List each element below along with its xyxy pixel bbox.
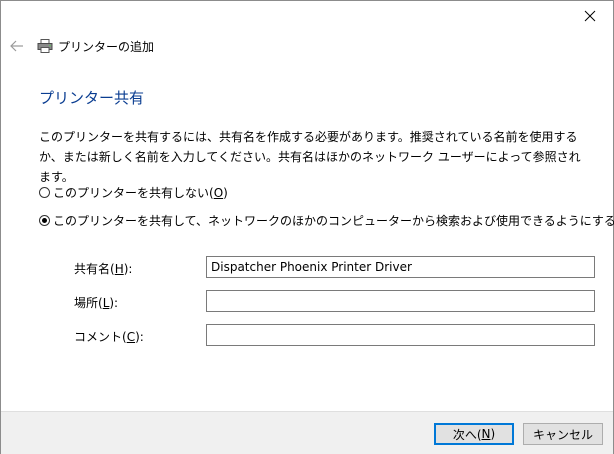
add-printer-window: プリンターの追加 プリンター共有 このプリンターを共有するには、共有名を作成する… [0,0,614,454]
comment-label: コメント(C): [74,330,144,344]
share-name-input[interactable]: Dispatcher Phoenix Printer Driver [206,256,595,278]
radio-button[interactable] [39,187,50,198]
comment-input[interactable] [206,324,595,346]
radio-share-printer[interactable]: このプリンターを共有して、ネットワークのほかのコンピューターから検索および使用で… [39,212,614,229]
close-icon [584,10,596,22]
location-input[interactable] [206,290,595,312]
window-title: プリンターの追加 [58,40,155,54]
printer-icon [37,39,53,53]
wizard-footer: 次へ(N) キャンセル [1,411,613,454]
radio-label: このプリンターを共有しない(O) [53,186,228,200]
back-arrow-icon [10,40,23,52]
page-description: このプリンターを共有するには、共有名を作成する必要があります。推奨されている名前… [39,130,581,184]
close-button[interactable] [567,1,613,31]
radio-button-selected[interactable] [39,215,50,226]
back-button[interactable] [7,37,27,55]
share-name-label: 共有名(H): [74,262,133,276]
wizard-header: プリンターの追加 [1,31,613,61]
location-label: 場所(L): [74,296,119,310]
radio-label: このプリンターを共有して、ネットワークのほかのコンピューターから検索および使用で… [53,214,614,228]
page-title: プリンター共有 [39,89,145,107]
radio-do-not-share[interactable]: このプリンターを共有しない(O) [39,184,228,201]
next-button[interactable]: 次へ(N) [434,423,514,445]
cancel-button[interactable]: キャンセル [523,423,603,445]
